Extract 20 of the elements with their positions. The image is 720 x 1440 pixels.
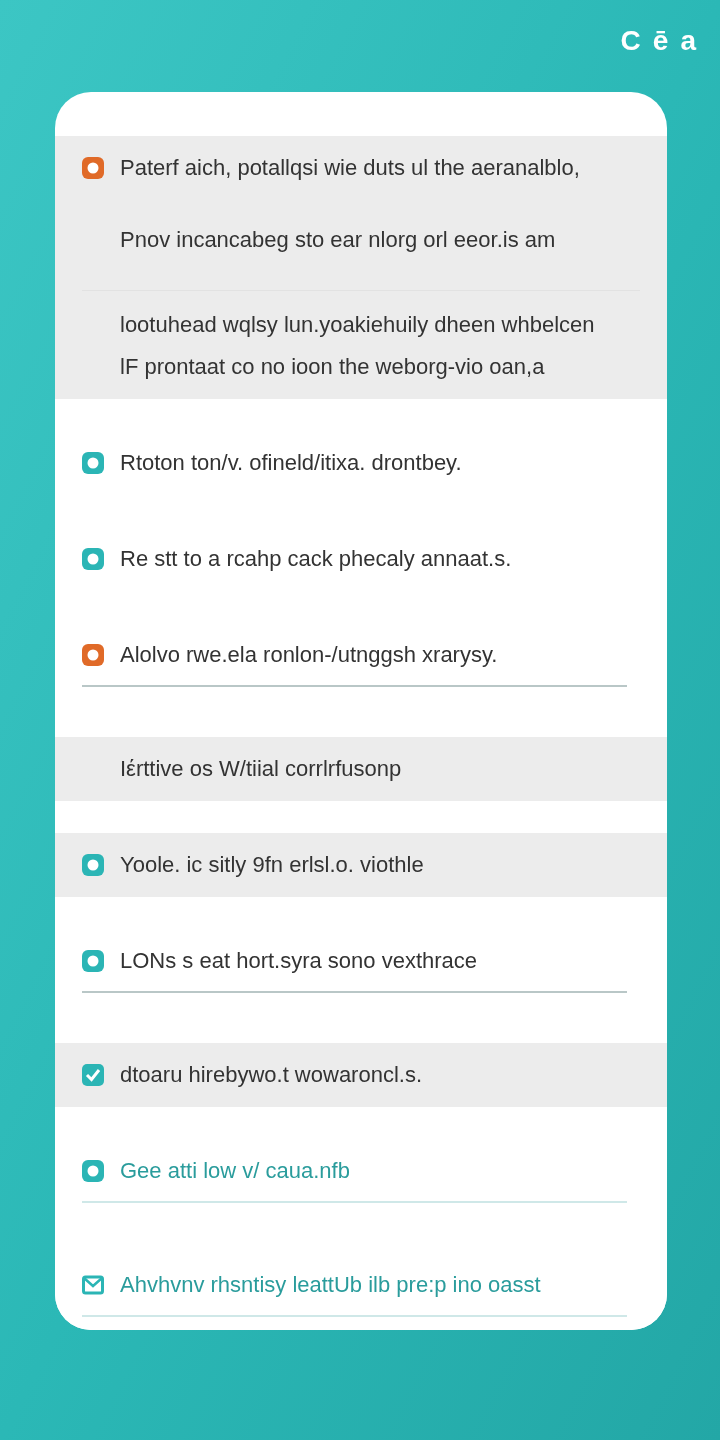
item-text: lF prontaat co no ioon the weborg-vio oan,a (119, 353, 546, 381)
item-text: Ahvhvnv rhsntisy leattUb ilb pre:p ino oasst (120, 1271, 541, 1299)
item-text: lootuhead wqlsy lun.yoakiehuily dheen whbelcen (82, 290, 640, 339)
item-text: Iέrttive os W/tiial corrlrfusonp (120, 755, 402, 783)
header-glyph: C (620, 24, 641, 50)
item-text: dtoaru hirebywo.t wowaroncl.s. (120, 1061, 423, 1089)
item-text: Pnov incancabeg sto ear nlorg orl eeor.is am (119, 226, 557, 254)
item-text: Paterf aich, potallqsi wie duts ul the aeranalblo, (120, 154, 580, 182)
header-glyph: ē (652, 24, 669, 50)
list-row[interactable]: Iέrttive os W/tiial corrlrfusonp (55, 737, 667, 801)
header-glyph: a (680, 24, 696, 50)
list-row[interactable]: dtoaru hirebywo.t wowaroncl.s. (55, 1043, 667, 1107)
item-text: Re stt to a rcahp cack phecaly annaat.s. (120, 545, 512, 573)
item-text: Yoole. ic sitly 9fn erlsl.o. viothle (120, 851, 424, 879)
list-row[interactable]: Paterf aich, potallqsi wie duts ul the aeranalblo, Pnov incancabeg sto ear nlorg orl eeor.is am lootuhead wqlsy lun.yoakiehuily dheen whbelcen lF prontaat co no ioon the weborg-vio oan,a (55, 136, 667, 399)
item-text: Rtoton ton/v. ofineld/itixa. drontbey. (120, 449, 462, 477)
item-text: LONs s eat hort.syra sono vexthrace (120, 947, 478, 975)
item-text: Alolvo rwe.ela ronlon-/utnggsh xrarysy. (120, 641, 498, 669)
item-text: Gee atti low v/ caua.nfb (120, 1157, 350, 1185)
list-row[interactable]: Yoole. ic sitly 9fn erlsl.o. viothle (55, 833, 667, 897)
